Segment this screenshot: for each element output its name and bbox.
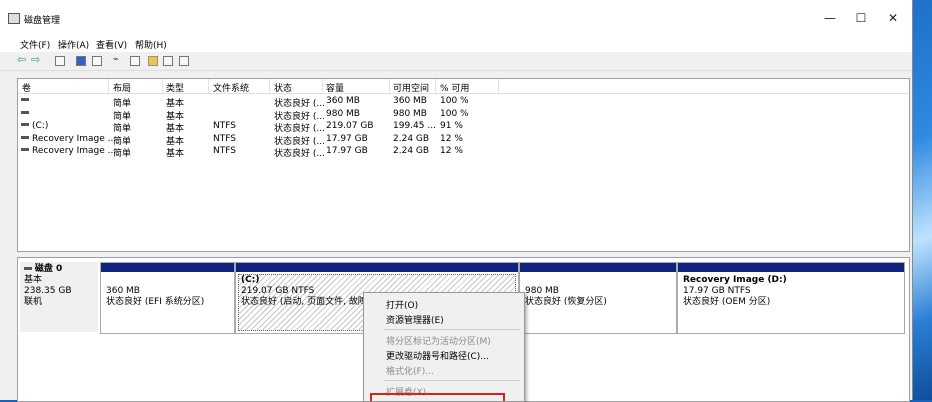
partition-size: 17.97 GB NTFS xyxy=(683,286,751,296)
partition-d[interactable]: Recovery Image (D:) 17.97 GB NTFS 状态良好 (… xyxy=(677,262,905,334)
col-percent-free[interactable]: % 可用 xyxy=(440,81,469,94)
cell-type: 基本 xyxy=(166,149,185,159)
menu-item-format: 格式化(F)... xyxy=(386,367,434,377)
table-row[interactable]: Recovery Image ... 简单 基本 NTFS 状态良好 (... … xyxy=(18,132,909,147)
menu-file[interactable]: 文件(F) xyxy=(20,38,50,51)
menu-separator xyxy=(384,329,520,330)
partition-size: 980 MB xyxy=(525,286,559,296)
menu-help[interactable]: 帮助(H) xyxy=(135,38,167,51)
volume-list-header: 卷 布局 类型 文件系统 状态 容量 可用空间 % 可用 xyxy=(18,79,909,94)
cell-percent: 12 % xyxy=(440,133,463,144)
col-layout[interactable]: 布局 xyxy=(113,81,131,94)
partition-title: Recovery Image (D:) xyxy=(683,275,787,285)
menu-item-explorer[interactable]: 资源管理器(E) xyxy=(386,313,444,326)
console-tree-icon[interactable] xyxy=(55,56,65,66)
back-arrow-icon[interactable]: ⇦ xyxy=(17,53,27,66)
cell-filesystem: NTFS xyxy=(213,146,236,156)
partition-size: 360 MB xyxy=(106,286,140,296)
cell-status: 状态良好 (... xyxy=(274,149,325,159)
disk-size: 238.35 GB xyxy=(24,286,72,296)
partition-status: 状态良好 (恢复分区) xyxy=(525,297,607,307)
partition-band xyxy=(101,263,234,272)
cell-capacity: 17.97 GB xyxy=(326,146,368,156)
table-row[interactable]: (C:) 简单 基本 NTFS 状态良好 (... 219.07 GB 199.… xyxy=(18,119,909,134)
cell-percent: 100 % xyxy=(440,96,469,106)
connect-icon[interactable]: ⌁ xyxy=(113,54,123,65)
cell-percent: 100 % xyxy=(440,108,469,119)
table-row[interactable]: 简单 基本 状态良好 (... 360 MB 360 MB 100 % xyxy=(18,94,909,109)
col-free-space[interactable]: 可用空间 xyxy=(393,81,429,94)
disk-type: 基本 xyxy=(24,275,43,285)
window-title: 磁盘管理 xyxy=(24,16,61,26)
cell-free: 2.24 GB xyxy=(393,133,430,144)
menu-bar: 文件(F) 操作(A) 查看(V) 帮助(H) xyxy=(0,36,912,52)
partition-status: 状态良好 (OEM 分区) xyxy=(683,297,771,307)
cell-free: 2.24 GB xyxy=(393,146,430,156)
minimize-button[interactable]: — xyxy=(815,10,845,26)
disk-management-window: 磁盘管理 — ☐ ✕ 文件(F) 操作(A) 查看(V) 帮助(H) ⇦ ⇨ ⌁… xyxy=(0,0,913,402)
disk-icon xyxy=(24,267,32,270)
table-row[interactable]: 简单 基本 状态良好 (... 980 MB 980 MB 100 % xyxy=(18,107,909,122)
cell-percent: 12 % xyxy=(440,146,463,156)
cell-capacity: 17.97 GB xyxy=(326,133,368,144)
maximize-button[interactable]: ☐ xyxy=(846,10,876,26)
context-menu: 打开(O) 资源管理器(E) 将分区标记为活动分区(M) 更改驱动器号和路径(C… xyxy=(363,292,525,402)
cell-capacity: 360 MB xyxy=(326,96,360,106)
cell-capacity: 219.07 GB xyxy=(326,121,374,131)
menu-item-mark-active: 将分区标记为活动分区(M) xyxy=(386,337,491,347)
partition-title: (C:) xyxy=(241,275,260,285)
partition-band xyxy=(678,263,904,272)
col-filesystem[interactable]: 文件系统 xyxy=(213,81,249,94)
col-capacity[interactable]: 容量 xyxy=(326,81,344,94)
toolbar: ⇦ ⇨ ⌁ xyxy=(0,52,912,71)
partition-recovery[interactable]: 980 MB 状态良好 (恢复分区) xyxy=(519,262,677,334)
cell-volume: Recovery Image ... xyxy=(32,146,117,156)
close-button[interactable]: ✕ xyxy=(878,10,908,26)
cell-free: 360 MB xyxy=(393,96,427,106)
menu-item-change-drive-letter[interactable]: 更改驱动器号和路径(C)... xyxy=(386,349,489,362)
folder-up-icon[interactable] xyxy=(148,56,158,66)
cell-volume: Recovery Image ... xyxy=(32,133,117,144)
properties-icon[interactable] xyxy=(92,56,102,66)
menu-item-open[interactable]: 打开(O) xyxy=(386,298,418,311)
list-view-icon[interactable] xyxy=(179,56,189,66)
cell-volume: (C:) xyxy=(32,121,49,131)
menu-action[interactable]: 操作(A) xyxy=(58,38,89,51)
disk-management-icon xyxy=(8,13,20,24)
menu-view[interactable]: 查看(V) xyxy=(96,38,127,51)
col-type[interactable]: 类型 xyxy=(166,81,184,94)
cell-free: 199.45 ... xyxy=(393,121,436,131)
help-icon[interactable] xyxy=(76,56,86,66)
cell-capacity: 980 MB xyxy=(326,108,360,119)
col-volume[interactable]: 卷 xyxy=(22,81,31,94)
check-icon[interactable] xyxy=(130,56,140,66)
cell-layout: 简单 xyxy=(113,149,132,159)
partition-band xyxy=(236,263,518,272)
disk-state: 联机 xyxy=(24,297,43,307)
menu-separator xyxy=(384,380,520,381)
cell-percent: 91 % xyxy=(440,121,463,131)
forward-arrow-icon[interactable]: ⇨ xyxy=(31,53,41,66)
volume-list: 卷 布局 类型 文件系统 状态 容量 可用空间 % 可用 简单 基本 状态良好 … xyxy=(17,78,910,252)
disk-0-label[interactable]: 磁盘 0 基本 238.35 GB 联机 xyxy=(20,262,98,332)
disk-name: 磁盘 0 xyxy=(34,264,63,274)
table-row[interactable]: Recovery Image ... 简单 基本 NTFS 状态良好 (... … xyxy=(18,144,909,159)
col-status[interactable]: 状态 xyxy=(274,81,292,94)
view-icon[interactable] xyxy=(163,56,173,66)
title-bar: 磁盘管理 — ☐ ✕ xyxy=(0,0,912,36)
partition-status: 状态良好 (EFI 系统分区) xyxy=(106,297,205,307)
cell-filesystem: NTFS xyxy=(213,133,236,144)
cell-free: 980 MB xyxy=(393,108,427,119)
cell-filesystem: NTFS xyxy=(213,121,236,131)
partition-efi[interactable]: 360 MB 状态良好 (EFI 系统分区) xyxy=(100,262,235,334)
partition-band xyxy=(520,263,676,272)
